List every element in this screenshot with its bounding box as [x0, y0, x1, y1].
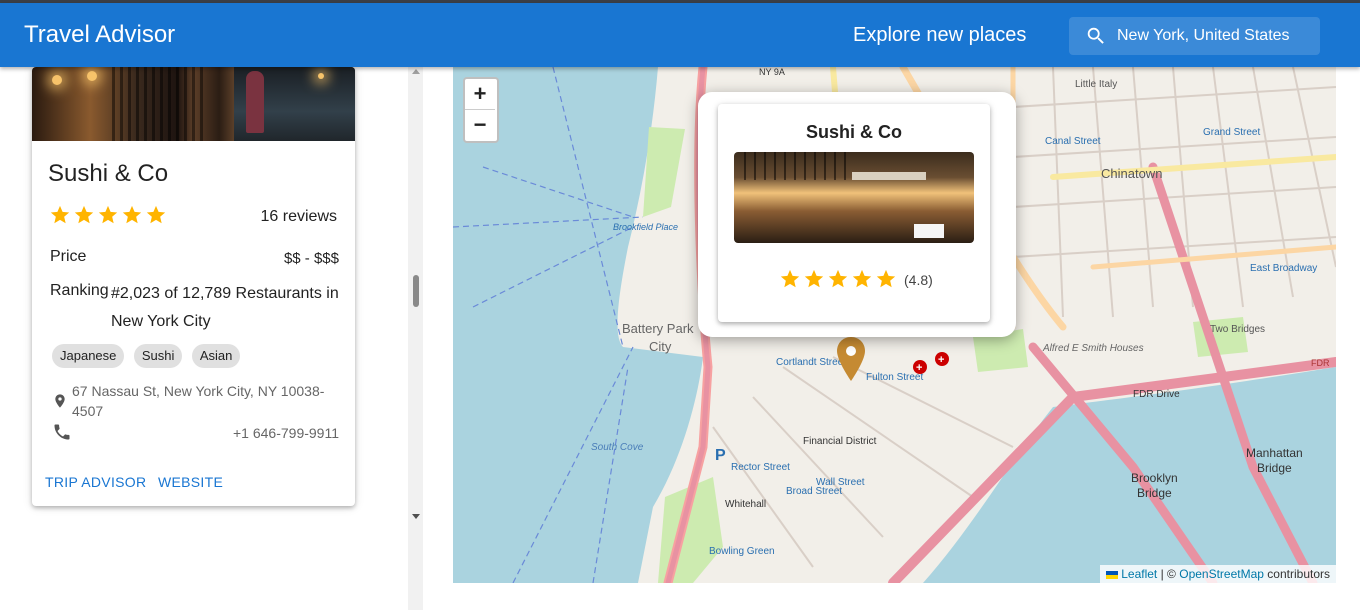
- cuisine-chip: Sushi: [133, 344, 183, 368]
- svg-text:Manhattan: Manhattan: [1246, 446, 1303, 460]
- svg-text:East Broadway: East Broadway: [1250, 263, 1317, 274]
- rating-stars: [48, 204, 168, 226]
- star-icon: [802, 268, 826, 290]
- places-list: Sushi & Co 16 reviews Price $$ - $$$ Ran…: [0, 67, 423, 610]
- svg-text:Bridge: Bridge: [1137, 486, 1172, 500]
- place-phone: +1 646-799-9911: [233, 425, 339, 441]
- explore-heading: Explore new places: [853, 24, 1027, 46]
- map-label: Chinatown: [1101, 166, 1162, 181]
- star-icon: [48, 204, 72, 226]
- list-scrollbar[interactable]: [408, 67, 423, 610]
- scroll-down-arrow-icon[interactable]: [412, 514, 420, 519]
- place-card: Sushi & Co 16 reviews Price $$ - $$$ Ran…: [32, 67, 355, 506]
- svg-text:Grand Street: Grand Street: [1203, 127, 1260, 138]
- svg-text:Bowling Green: Bowling Green: [709, 546, 775, 557]
- svg-text:Whitehall: Whitehall: [725, 499, 766, 510]
- svg-text:+: +: [938, 354, 944, 366]
- map-marker-icon[interactable]: [837, 337, 865, 381]
- star-icon: [778, 268, 802, 290]
- search-box[interactable]: [1069, 17, 1320, 55]
- svg-text:Two Bridges: Two Bridges: [1210, 324, 1265, 335]
- zoom-in-button[interactable]: +: [465, 79, 495, 110]
- svg-text:+: +: [916, 362, 922, 374]
- place-photo: [32, 67, 355, 141]
- attribution-separator: | ©: [1160, 567, 1176, 581]
- place-name: Sushi & Co: [48, 160, 169, 187]
- leaflet-link[interactable]: Leaflet: [1121, 567, 1157, 581]
- app-bar: Travel Advisor Explore new places: [0, 3, 1360, 67]
- svg-text:Cortlandt Street: Cortlandt Street: [776, 357, 846, 368]
- popup-title: Sushi & Co: [805, 122, 902, 142]
- star-icon: [144, 204, 168, 226]
- app-title: Travel Advisor: [24, 21, 176, 48]
- scroll-thumb[interactable]: [413, 275, 419, 307]
- review-count: 16 reviews: [260, 208, 337, 225]
- search-input[interactable]: [1117, 25, 1312, 47]
- map[interactable]: Chinatown Little Italy Canal Street Gran…: [453, 67, 1336, 583]
- scroll-up-arrow-icon[interactable]: [412, 69, 420, 74]
- cuisine-chip: Japanese: [52, 344, 125, 368]
- star-icon: [96, 204, 120, 226]
- star-icon: [850, 268, 874, 290]
- svg-text:City: City: [649, 339, 672, 354]
- star-icon: [72, 204, 96, 226]
- search-icon: [1087, 27, 1104, 44]
- star-icon: [874, 268, 898, 290]
- ranking-label: Ranking: [50, 282, 109, 299]
- svg-text:Alfred E Smith Houses: Alfred E Smith Houses: [1042, 343, 1144, 354]
- svg-text:Financial District: Financial District: [803, 436, 877, 447]
- map-popup: Sushi & Co (4.8): [698, 92, 1016, 337]
- tripadvisor-link[interactable]: TRIP ADVISOR: [45, 474, 146, 490]
- svg-text:Bridge: Bridge: [1257, 461, 1292, 475]
- popup-rating-text: (4.8): [904, 272, 933, 288]
- svg-text:Battery Park: Battery Park: [622, 321, 694, 336]
- map-attribution: Leaflet | © OpenStreetMap contributors: [1100, 565, 1336, 583]
- price-value: $$ - $$$: [283, 250, 339, 267]
- svg-text:Wall Street: Wall Street: [816, 477, 865, 488]
- osm-link[interactable]: OpenStreetMap: [1179, 567, 1264, 581]
- svg-text:Canal Street: Canal Street: [1045, 136, 1101, 147]
- svg-text:NY 9A: NY 9A: [759, 67, 785, 77]
- svg-text:Brookfield Place: Brookfield Place: [613, 222, 678, 232]
- website-link[interactable]: WEBSITE: [158, 474, 223, 490]
- popup-card[interactable]: Sushi & Co (4.8): [718, 104, 990, 322]
- svg-text:FDR: FDR: [1311, 358, 1330, 368]
- cuisine-chips: Japanese Sushi Asian: [52, 344, 245, 368]
- ukraine-flag-icon: [1106, 570, 1119, 579]
- popup-rating-stars: [778, 268, 898, 295]
- svg-text:Fulton Street: Fulton Street: [866, 372, 923, 383]
- zoom-out-button[interactable]: −: [465, 110, 495, 140]
- svg-text:Brooklyn: Brooklyn: [1131, 471, 1178, 485]
- attribution-suffix: contributors: [1267, 567, 1330, 581]
- place-address: 67 Nassau St, New York City, NY 10038-45…: [72, 383, 325, 419]
- cuisine-chip: Asian: [191, 344, 241, 368]
- svg-text:Rector Street: Rector Street: [731, 462, 790, 473]
- popup-photo: [734, 152, 974, 243]
- star-icon: [826, 268, 850, 290]
- ranking-value: #2,023 of 12,789 Restaurants in New York…: [111, 285, 339, 330]
- svg-text:South Cove: South Cove: [591, 442, 644, 453]
- star-icon: [120, 204, 144, 226]
- phone-icon: [54, 424, 70, 440]
- zoom-control: + −: [463, 77, 499, 143]
- svg-text:Little Italy: Little Italy: [1075, 79, 1117, 90]
- svg-text:P: P: [715, 447, 726, 464]
- svg-text:FDR Drive: FDR Drive: [1133, 389, 1180, 400]
- price-label: Price: [50, 248, 87, 265]
- location-pin-icon: [55, 394, 65, 408]
